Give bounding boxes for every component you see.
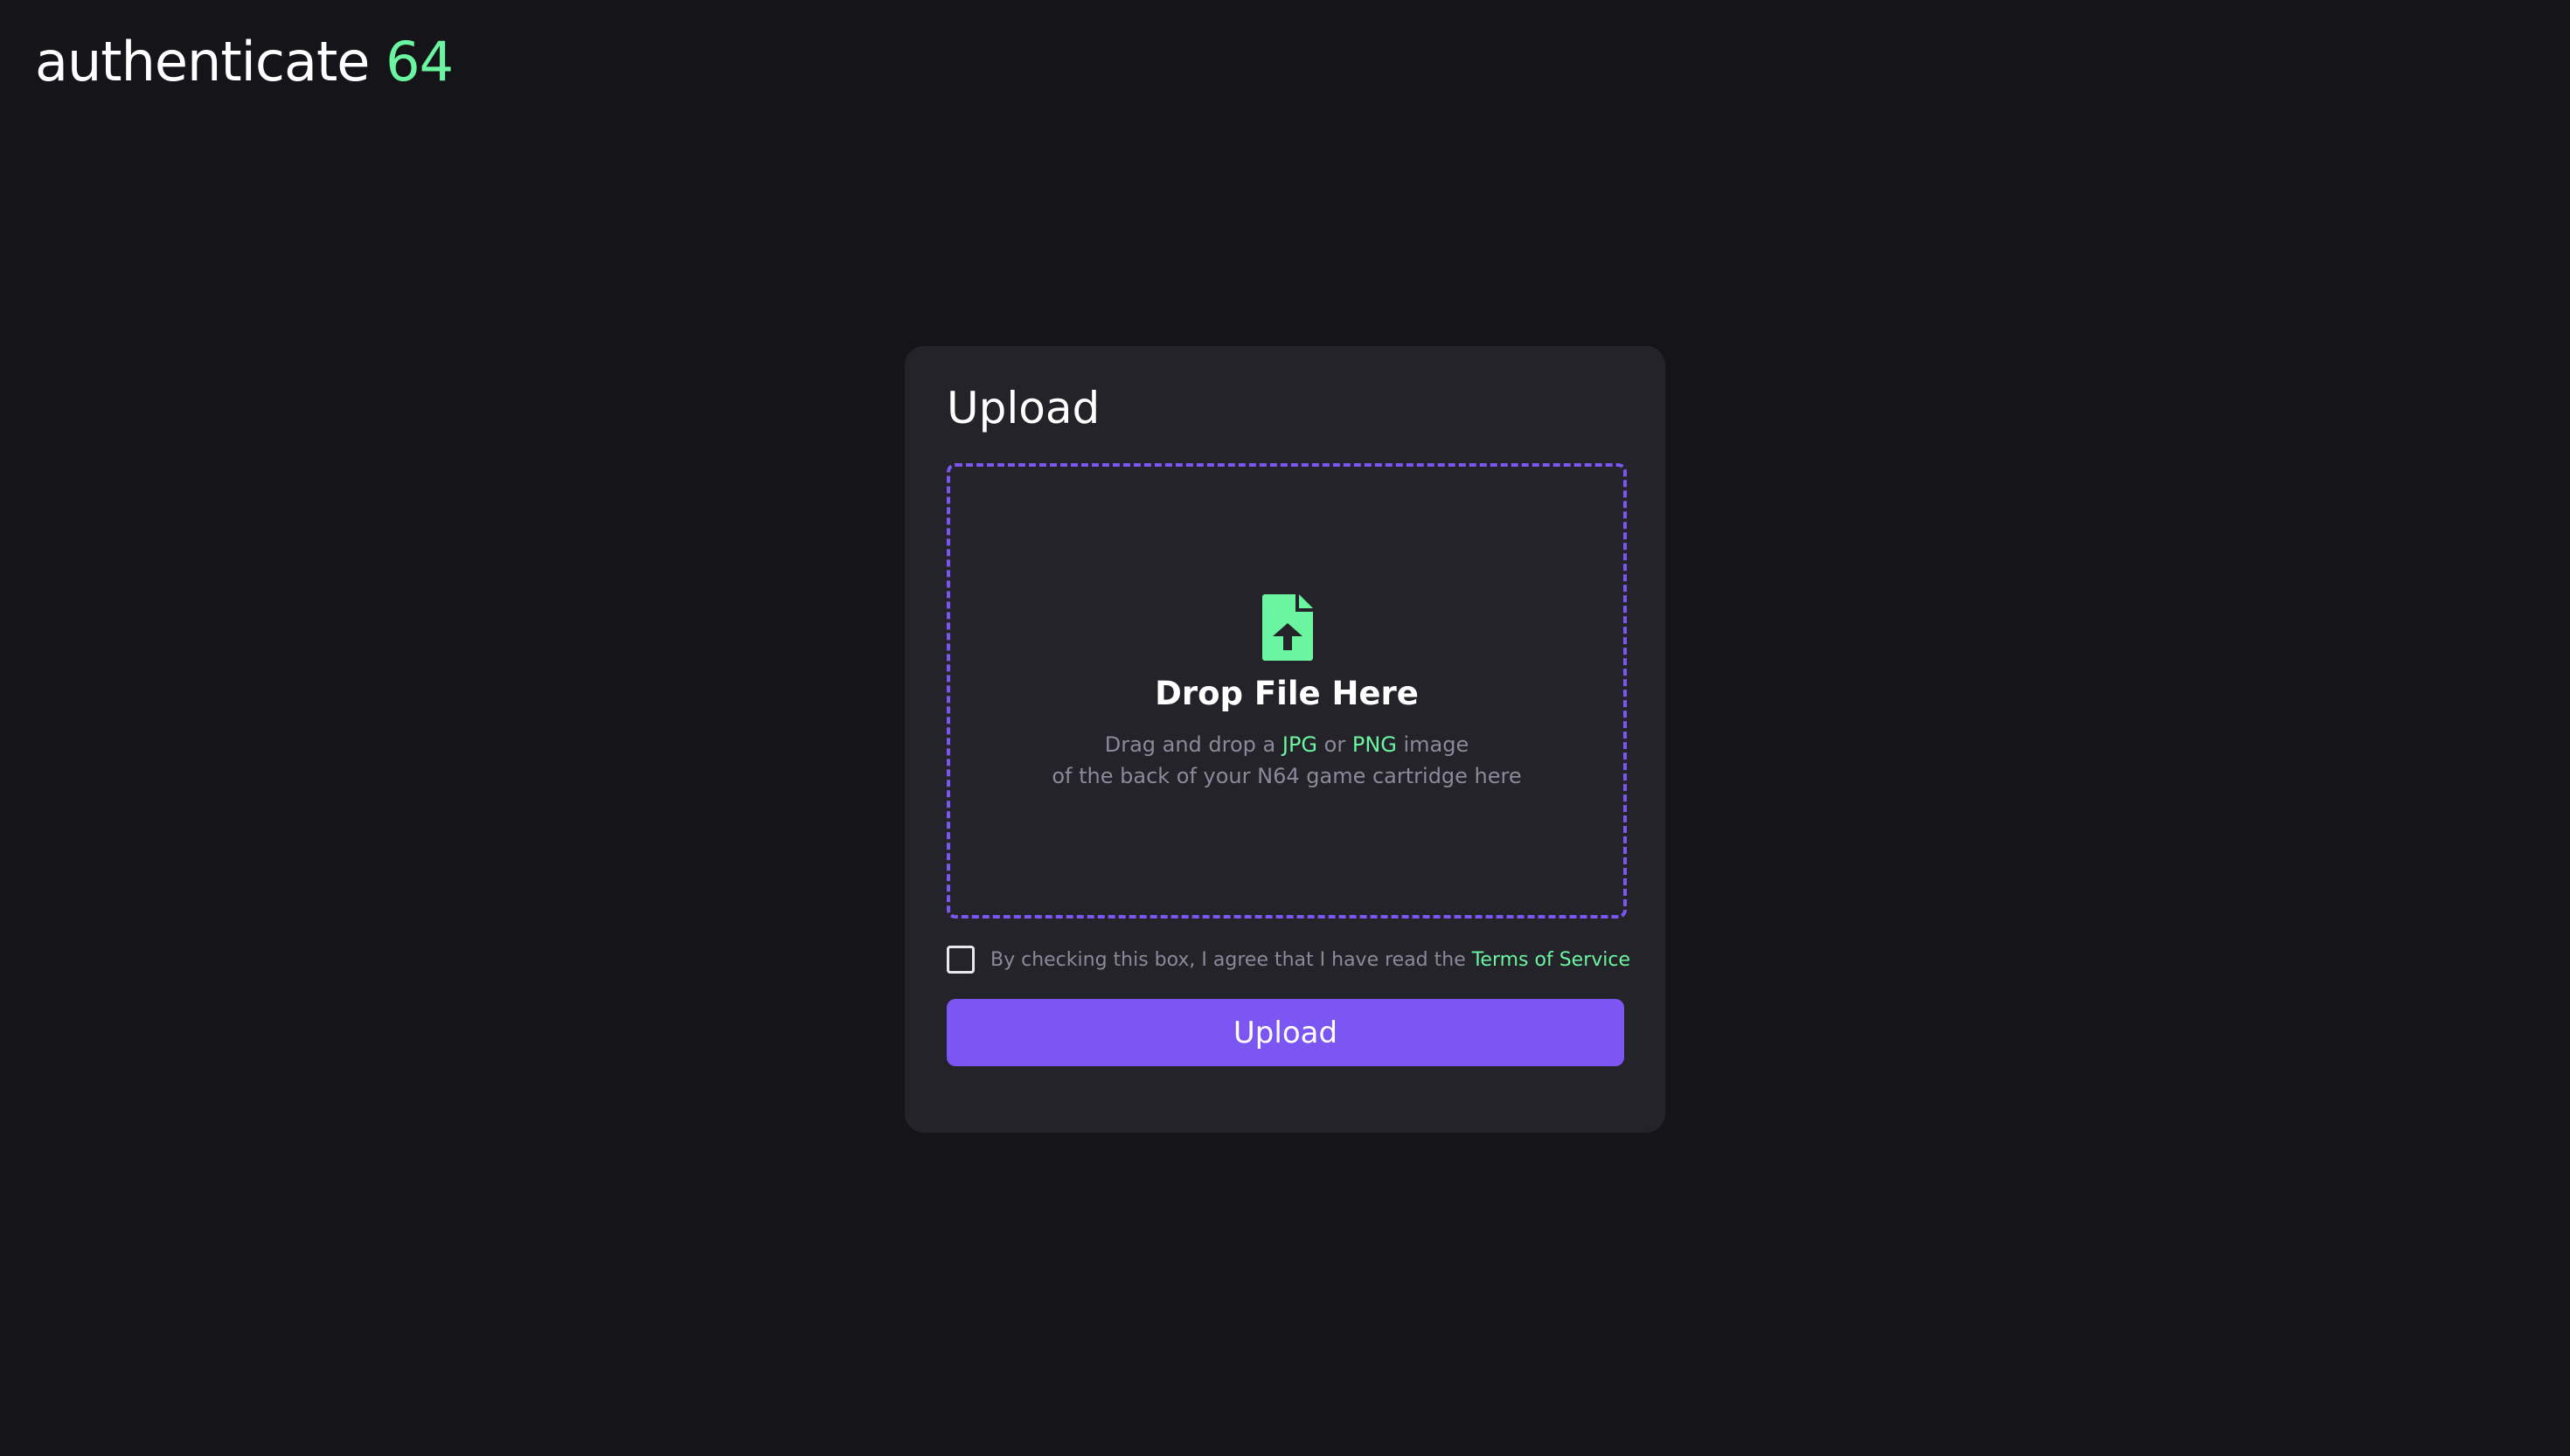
file-upload-icon [1262, 594, 1313, 661]
terms-agreement: By checking this box, I agree that I hav… [947, 946, 1630, 974]
instruction-text: Drag and drop a [1104, 732, 1282, 757]
terms-label: By checking this box, I agree that I hav… [990, 948, 1472, 971]
file-dropzone[interactable]: Drop File Here Drag and drop a JPG or PN… [947, 463, 1627, 919]
upload-card: Upload Drop File Here Drag and drop a JP… [905, 346, 1665, 1133]
format-jpg: JPG [1282, 732, 1318, 757]
instruction-text: image [1396, 732, 1469, 757]
dropzone-instructions: Drag and drop a JPG or PNG image of the … [950, 729, 1623, 792]
format-png: PNG [1351, 732, 1397, 757]
instruction-line-2: of the back of your N64 game cartridge h… [1052, 764, 1522, 788]
terms-text: By checking this box, I agree that I hav… [990, 949, 1630, 971]
brand-text: authenticate [35, 30, 370, 94]
upload-button[interactable]: Upload [947, 999, 1624, 1066]
dropzone-title: Drop File Here [1155, 675, 1419, 712]
terms-of-service-link[interactable]: Terms of Service [1472, 949, 1630, 971]
card-title: Upload [947, 383, 1101, 433]
instruction-text: or [1317, 732, 1352, 757]
brand-logo[interactable]: authenticate 64 [35, 30, 454, 94]
terms-checkbox[interactable] [947, 946, 975, 974]
brand-number: 64 [386, 30, 454, 94]
